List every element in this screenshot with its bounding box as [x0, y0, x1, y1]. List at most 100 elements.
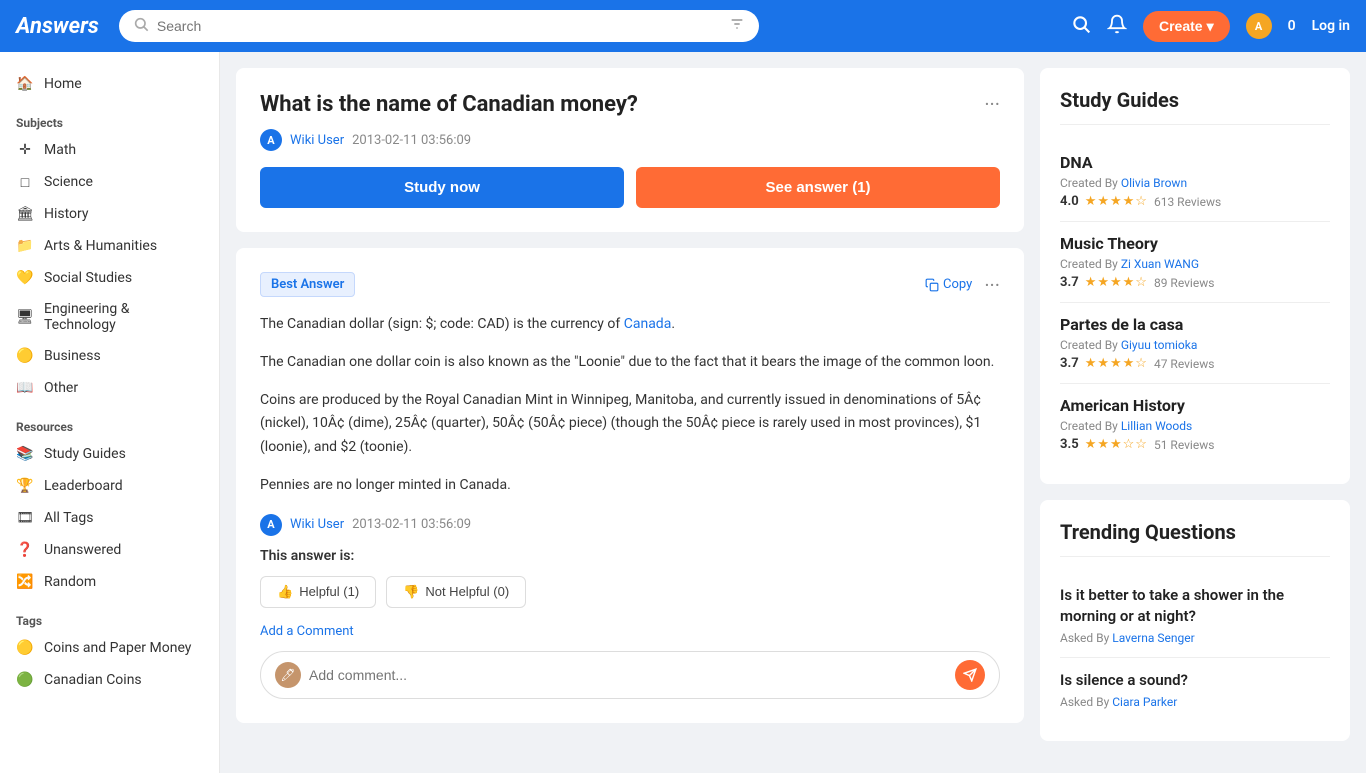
answer-date: 2013-02-11 03:56:09 — [352, 517, 471, 532]
search-icon-header[interactable] — [1071, 14, 1091, 39]
add-comment-link[interactable]: Add a Comment — [260, 624, 1000, 639]
study-guide-name[interactable]: Music Theory — [1060, 234, 1330, 253]
not-helpful-button[interactable]: 👎 Not Helpful (0) — [386, 576, 526, 608]
study-now-button[interactable]: Study now — [260, 167, 624, 208]
filter-icon[interactable] — [729, 16, 745, 36]
action-buttons: Study now See answer (1) — [260, 167, 1000, 208]
sg-reviews: 51 Reviews — [1154, 438, 1214, 452]
sg-reviews: 89 Reviews — [1154, 276, 1214, 290]
trending-item: Is silence a sound? Asked By Ciara Parke… — [1060, 658, 1330, 721]
chevron-down-icon: ▾ — [1207, 18, 1214, 35]
business-icon: 🟡 — [16, 347, 34, 365]
sg-score: 3.7 — [1060, 275, 1079, 290]
header-actions: Create ▾ A 0 Log in — [1071, 11, 1350, 42]
sidebar-item-other[interactable]: 📖Other — [0, 372, 219, 404]
sg-created: Created By Olivia Brown — [1060, 176, 1330, 190]
logo: Answers — [16, 14, 99, 39]
answer-card: Best Answer Copy ··· The Canadian dollar… — [236, 248, 1024, 723]
study-guide-item: DNA Created By Olivia Brown 4.0 ★★★★☆ 61… — [1060, 141, 1330, 222]
coins-paper-icon: 🟡 — [16, 639, 34, 657]
resources-label: Resources — [0, 412, 219, 438]
best-answer-badge: Best Answer — [260, 272, 355, 297]
sidebar-item-social[interactable]: 💛Social Studies — [0, 262, 219, 294]
coin-badge: A — [1246, 13, 1272, 39]
study-guide-item: Music Theory Created By Zi Xuan WANG 3.7… — [1060, 222, 1330, 303]
comment-input-row: 🖊 — [260, 651, 1000, 699]
other-icon: 📖 — [16, 379, 34, 397]
answer-para-2: The Canadian one dollar coin is also kno… — [260, 351, 1000, 375]
trending-title: Trending Questions — [1060, 520, 1330, 557]
canadian-coins-icon: 🟢 — [16, 671, 34, 689]
sg-score: 3.5 — [1060, 437, 1079, 452]
arts-icon: 📁 — [16, 237, 34, 255]
sidebar-item-canadian-coins[interactable]: 🟢Canadian Coins — [0, 664, 219, 696]
sidebar-item-random[interactable]: 🔀Random — [0, 566, 219, 598]
helpful-button[interactable]: 👍 Helpful (1) — [260, 576, 376, 608]
sidebar-item-label: Home — [44, 76, 82, 92]
sg-stars: ★★★★☆ — [1085, 275, 1148, 290]
random-icon: 🔀 — [16, 573, 34, 591]
sidebar-item-history[interactable]: 🏛History — [0, 198, 219, 230]
study-guide-name[interactable]: American History — [1060, 396, 1330, 415]
social-icon: 💛 — [16, 269, 34, 287]
comment-input[interactable] — [309, 667, 947, 683]
sidebar-item-arts[interactable]: 📁Arts & Humanities — [0, 230, 219, 262]
study-guides-list: DNA Created By Olivia Brown 4.0 ★★★★☆ 61… — [1060, 141, 1330, 464]
sidebar-item-coins-paper[interactable]: 🟡Coins and Paper Money — [0, 632, 219, 664]
study-guide-name[interactable]: DNA — [1060, 153, 1330, 172]
science-icon: □ — [16, 173, 34, 191]
trending-item: Is it better to take a shower in the mor… — [1060, 573, 1330, 658]
copy-button[interactable]: Copy — [925, 277, 972, 292]
notification-icon[interactable] — [1107, 14, 1127, 39]
study-guide-item: Partes de la casa Created By Giyuu tomio… — [1060, 303, 1330, 384]
engineering-icon: 🖥 — [16, 308, 34, 326]
sg-author-link[interactable]: Zi Xuan WANG — [1121, 257, 1199, 271]
canada-link[interactable]: Canada — [624, 316, 672, 332]
sidebar-item-all-tags[interactable]: 🎞All Tags — [0, 502, 219, 534]
create-button[interactable]: Create ▾ — [1143, 11, 1230, 42]
see-answer-button[interactable]: See answer (1) — [636, 167, 1000, 208]
sg-author-link[interactable]: Giyuu tomioka — [1121, 338, 1198, 352]
question-meta: A Wiki User 2013-02-11 03:56:09 — [260, 129, 1000, 151]
sidebar-item-unanswered[interactable]: ❓Unanswered — [0, 534, 219, 566]
author-avatar: A — [260, 129, 282, 151]
trending-asked: Asked By Laverna Senger — [1060, 631, 1330, 645]
author-link[interactable]: Wiki User — [290, 133, 344, 148]
sidebar-item-math[interactable]: ✛Math — [0, 134, 219, 166]
sidebar-item-leaderboard[interactable]: 🏆Leaderboard — [0, 470, 219, 502]
study-guide-item: American History Created By Lillian Wood… — [1060, 384, 1330, 464]
answer-more-icon[interactable]: ··· — [984, 273, 1000, 297]
sg-author-link[interactable]: Lillian Woods — [1121, 419, 1192, 433]
answer-meta: A Wiki User 2013-02-11 03:56:09 — [260, 514, 1000, 536]
study-guides-card: Study Guides DNA Created By Olivia Brown… — [1040, 68, 1350, 484]
search-input[interactable] — [157, 18, 721, 34]
study-guides-title: Study Guides — [1060, 88, 1330, 125]
sg-rating: 4.0 ★★★★☆ 613 Reviews — [1060, 194, 1330, 209]
send-comment-button[interactable] — [955, 660, 985, 690]
sg-rating: 3.7 ★★★★☆ 47 Reviews — [1060, 356, 1330, 371]
tags-label: Tags — [0, 606, 219, 632]
thumbs-down-icon: 👎 — [403, 584, 419, 600]
sidebar-item-business[interactable]: 🟡Business — [0, 340, 219, 372]
answer-author-avatar: A — [260, 514, 282, 536]
subjects-label: Subjects — [0, 108, 219, 134]
sidebar-item-study-guides[interactable]: 📚Study Guides — [0, 438, 219, 470]
sidebar-item-engineering[interactable]: 🖥Engineering & Technology — [0, 294, 219, 340]
trending-card: Trending Questions Is it better to take … — [1040, 500, 1350, 741]
trending-question[interactable]: Is it better to take a shower in the mor… — [1060, 585, 1330, 627]
helpful-buttons: 👍 Helpful (1) 👎 Not Helpful (0) — [260, 576, 1000, 608]
login-button[interactable]: Log in — [1312, 18, 1350, 34]
sidebar-item-science[interactable]: □Science — [0, 166, 219, 198]
trending-author-link[interactable]: Ciara Parker — [1112, 695, 1177, 709]
history-icon: 🏛 — [16, 205, 34, 223]
more-options-icon[interactable]: ··· — [984, 92, 1000, 116]
sidebar-item-home[interactable]: 🏠 Home — [0, 68, 219, 100]
answer-para-4: Pennies are no longer minted in Canada. — [260, 474, 1000, 498]
question-title: What is the name of Canadian money? — [260, 92, 984, 117]
trending-question[interactable]: Is silence a sound? — [1060, 670, 1330, 691]
sg-reviews: 613 Reviews — [1154, 195, 1221, 209]
answer-author-link[interactable]: Wiki User — [290, 517, 344, 532]
trending-author-link[interactable]: Laverna Senger — [1112, 631, 1194, 645]
sg-author-link[interactable]: Olivia Brown — [1121, 176, 1187, 190]
study-guide-name[interactable]: Partes de la casa — [1060, 315, 1330, 334]
